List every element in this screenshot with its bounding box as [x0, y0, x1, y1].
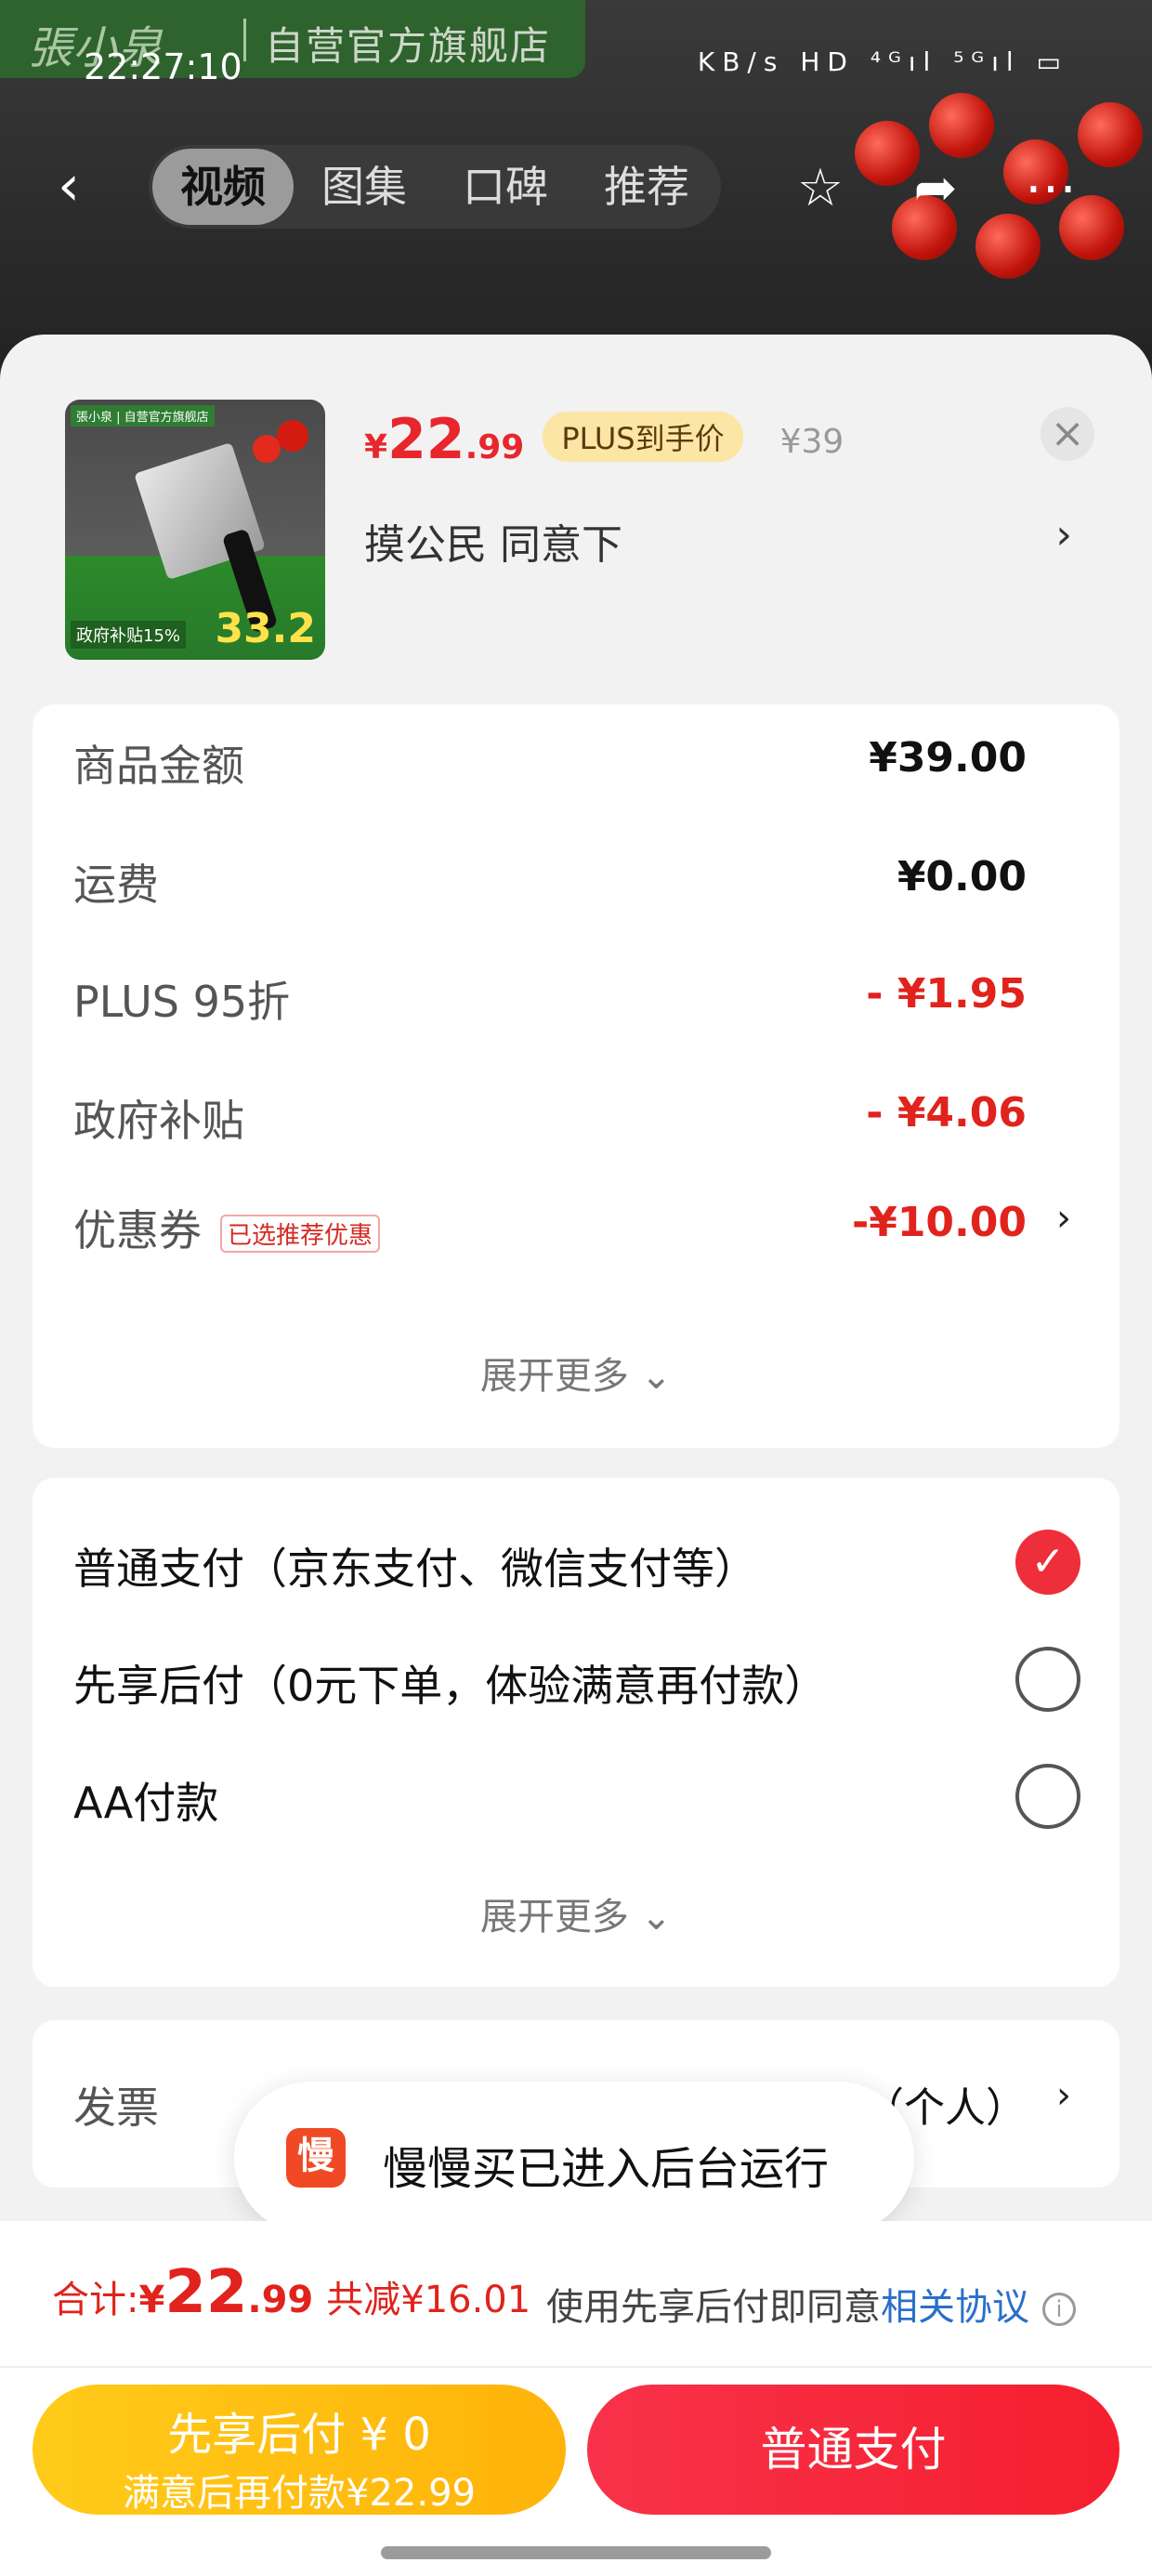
expand-more-button[interactable]: 展开更多 ⌄: [33, 1886, 1119, 1940]
product-backdrop: 張小泉 自营官方旗舰店 22:27:10 KB/s HD ⁴ᴳıl ⁵ᴳıl ▭…: [0, 0, 1152, 390]
pay-later-title: 先享后付 ¥ 0: [167, 2409, 431, 2461]
total-savings: 共减¥16.01: [326, 2279, 531, 2321]
row-label-plus-discount: PLUS 95折: [73, 977, 291, 1027]
brand-divider: [243, 19, 246, 61]
media-tabs: 视频 图集 口碑 推荐: [149, 145, 721, 229]
toast-text: 慢慢买已进入后台运行: [383, 2143, 830, 2195]
total-symbol: ¥: [138, 2279, 165, 2321]
tab-gallery[interactable]: 图集: [294, 149, 435, 225]
share-icon[interactable]: ➦: [903, 156, 968, 221]
product-price: ¥ 22 .99 PLUS到手价 ¥39: [364, 407, 844, 472]
back-icon[interactable]: ‹: [58, 158, 95, 214]
pay-later-subtitle: 满意后再付款¥22.99: [123, 2472, 476, 2515]
invoice-label: 发票: [73, 2083, 159, 2133]
payment-radio[interactable]: [1015, 1647, 1080, 1712]
home-indicator[interactable]: [381, 2546, 771, 2559]
product-summary: 張小泉 | 自营官方旗舰店 政府补贴15% 33.2 ¥ 22 .99 PLUS…: [0, 335, 1152, 688]
coupon-label: 优惠券: [73, 1205, 202, 1255]
agreement-link[interactable]: 相关协议: [881, 2286, 1029, 2329]
thumb-price: 33.2: [215, 605, 316, 652]
price-card: 商品金额 ¥39.00 运费 ¥0.00 PLUS 95折 - ¥1.95 政府…: [33, 704, 1119, 1448]
product-spec[interactable]: 摸公民 同意下: [364, 511, 622, 571]
status-icons: KB/s HD ⁴ᴳıl ⁵ᴳıl ▭: [697, 46, 1068, 77]
row-value-freight: ¥0.00: [897, 853, 1027, 900]
more-icon[interactable]: ⋯: [1018, 156, 1083, 221]
row-value-plus-discount: - ¥1.95: [866, 970, 1027, 1018]
chevron-right-icon[interactable]: ›: [1056, 1197, 1071, 1240]
total-amount: 合计: ¥ 22 .99 共减¥16.01: [52, 2258, 530, 2327]
payment-radio-checked[interactable]: ✓: [1015, 1530, 1080, 1595]
info-icon[interactable]: i: [1042, 2293, 1076, 2326]
chevron-right-icon[interactable]: ›: [1056, 2074, 1071, 2117]
favorite-star-icon[interactable]: ☆: [788, 156, 853, 221]
pay-later-button[interactable]: 先享后付 ¥ 0 满意后再付款¥22.99: [33, 2385, 566, 2515]
checkout-footer: 合计: ¥ 22 .99 共减¥16.01 使用先享后付即同意相关协议 i 先享后…: [0, 2221, 1152, 2576]
row-label-freight: 运费: [73, 860, 159, 910]
status-time: 22:27:10: [84, 46, 242, 87]
payment-option-label[interactable]: 普通支付（京东支付、微信支付等）: [73, 1535, 757, 1597]
coupon-selected-tag: 已选推荐优惠: [220, 1215, 381, 1253]
total-label: 合计:: [52, 2279, 139, 2321]
footer-divider: [0, 2366, 1152, 2368]
close-icon[interactable]: ×: [1041, 407, 1094, 461]
normal-pay-button[interactable]: 普通支付: [587, 2385, 1119, 2515]
price-symbol: ¥: [364, 428, 388, 467]
thumb-store-tag: 張小泉 | 自营官方旗舰店: [71, 405, 215, 427]
payment-option-label[interactable]: 先享后付（0元下单，体验满意再付款）: [73, 1652, 827, 1714]
row-value-goods-amount: ¥39.00: [869, 734, 1027, 782]
tab-reviews[interactable]: 口碑: [435, 149, 576, 225]
top-nav: ‹ 视频 图集 口碑 推荐 ☆ ➦ ⋯: [0, 139, 1152, 232]
payment-radio[interactable]: [1015, 1764, 1080, 1829]
agreement-text: 使用先享后付即同意: [546, 2286, 881, 2329]
payment-option-label[interactable]: AA付款: [73, 1769, 218, 1831]
row-label-coupon[interactable]: 优惠券 已选推荐优惠: [73, 1197, 381, 1258]
tab-video[interactable]: 视频: [152, 149, 294, 225]
original-price: ¥39: [779, 423, 844, 461]
row-label-goods-amount: 商品金额: [73, 741, 244, 791]
agreement-note: 使用先享后付即同意相关协议 i: [546, 2277, 1076, 2331]
plus-price-badge: PLUS到手价: [543, 412, 743, 462]
expand-more-button[interactable]: 展开更多 ⌄: [33, 1346, 1119, 1400]
thumb-subsidy: 政府补贴15%: [71, 621, 187, 649]
chevron-right-icon[interactable]: ›: [1055, 511, 1072, 559]
brand-store-name: 自营官方旗舰店: [265, 23, 552, 69]
background-toast: 慢 慢慢买已进入后台运行: [234, 2082, 914, 2234]
payment-method-card: 普通支付（京东支付、微信支付等） ✓ 先享后付（0元下单，体验满意再付款） AA…: [33, 1478, 1119, 1987]
row-value-coupon[interactable]: -¥10.00: [852, 1199, 1027, 1246]
tab-recommend[interactable]: 推荐: [576, 149, 717, 225]
manmanmai-app-icon: 慢: [286, 2128, 346, 2188]
total-integer: 22: [164, 2258, 248, 2327]
row-label-gov-subsidy: 政府补贴: [73, 1096, 244, 1146]
price-decimal: .99: [465, 428, 525, 467]
total-decimal: .99: [247, 2279, 314, 2321]
price-integer: 22: [387, 407, 465, 472]
product-thumbnail[interactable]: 張小泉 | 自营官方旗舰店 政府补贴15% 33.2: [65, 400, 325, 660]
row-value-gov-subsidy: - ¥4.06: [866, 1089, 1027, 1137]
